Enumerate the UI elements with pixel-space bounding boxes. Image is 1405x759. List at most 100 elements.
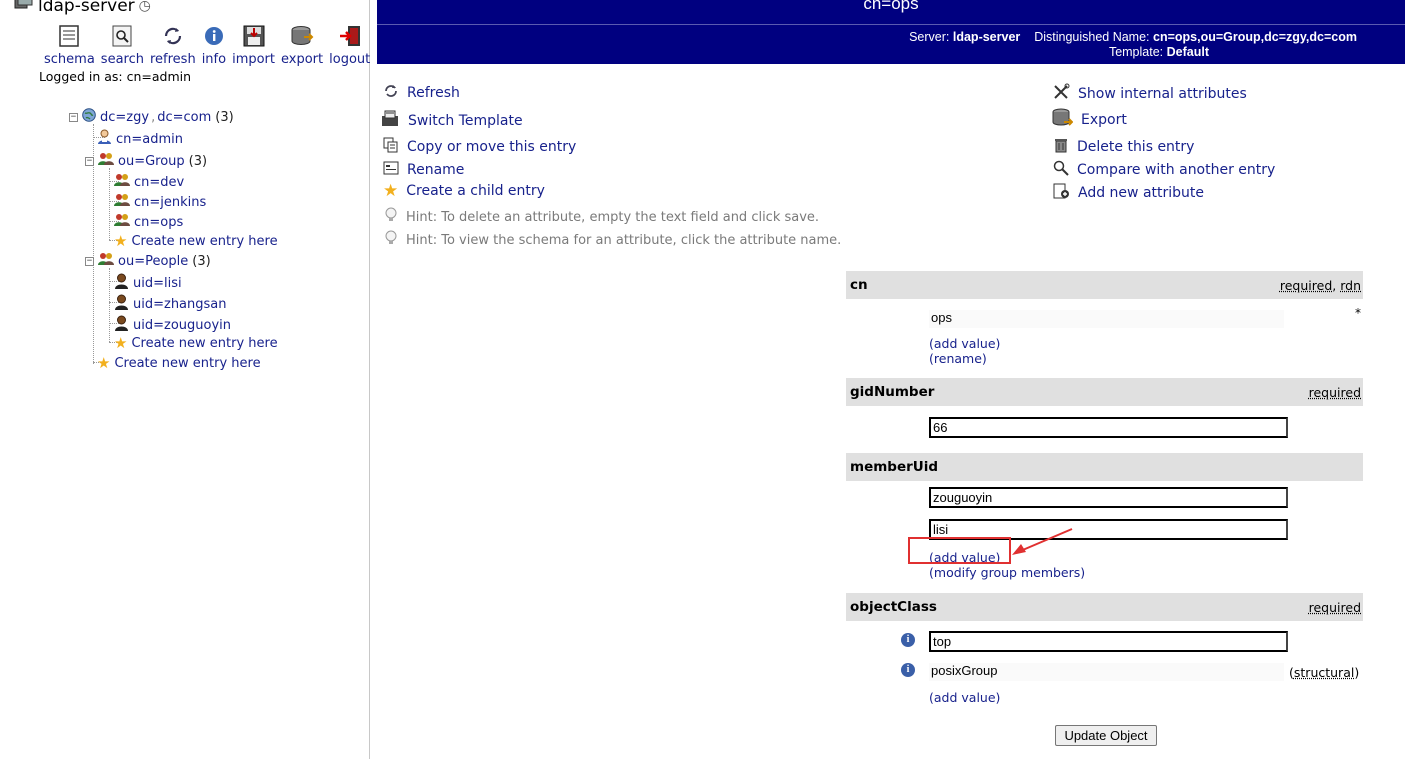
action-switch-template-label[interactable]: Switch Template xyxy=(408,113,523,129)
action-show-internal[interactable]: Show internal attributes xyxy=(1053,83,1247,104)
tree-item-lisi[interactable]: uid=lisi xyxy=(114,273,182,293)
rename-icon xyxy=(383,160,399,180)
toolbar-export-label: export xyxy=(281,52,324,67)
tree-item-ops-label[interactable]: cn=ops xyxy=(134,215,183,230)
hint-delete-text: Hint: To delete an attribute, empty the … xyxy=(406,209,820,225)
collapse-toggle-icon[interactable]: − xyxy=(69,112,78,122)
toolbar-logout[interactable]: logout xyxy=(326,24,373,67)
objectclass-add-value-link[interactable]: (add value) xyxy=(929,690,1000,705)
action-copy-move[interactable]: Copy or move this entry xyxy=(383,137,576,157)
clock-icon[interactable]: ◷ xyxy=(139,0,151,14)
action-refresh[interactable]: Refresh xyxy=(383,83,460,103)
group-icon xyxy=(114,213,130,231)
tree-create-new-label[interactable]: Create new entry here xyxy=(114,356,260,371)
tree-root-label[interactable]: dc=zgy, dc=com xyxy=(100,110,211,125)
action-create-child-label[interactable]: Create a child entry xyxy=(406,183,545,199)
search-icon xyxy=(112,24,132,48)
action-rename-label[interactable]: Rename xyxy=(407,162,464,178)
tree-create-new-label[interactable]: Create new entry here xyxy=(131,234,277,249)
toolbar-search-label: search xyxy=(100,52,144,67)
action-refresh-label[interactable]: Refresh xyxy=(407,85,460,101)
tree-create-new-group[interactable]: ★ Create new entry here xyxy=(114,232,278,250)
update-object-button[interactable]: Update Object xyxy=(1055,725,1157,746)
action-add-attribute-label[interactable]: Add new attribute xyxy=(1078,185,1204,201)
attribute-name-gidnumber[interactable]: gidNumber xyxy=(850,384,934,400)
add-attribute-icon xyxy=(1053,183,1070,203)
hint-schema-text: Hint: To view the schema for an attribut… xyxy=(406,232,842,248)
action-switch-template[interactable]: Switch Template xyxy=(380,110,523,132)
gidnumber-input[interactable] xyxy=(929,417,1288,438)
export-icon xyxy=(290,24,314,48)
compare-icon xyxy=(1053,160,1069,180)
attribute-name-memberuid[interactable]: memberUid xyxy=(850,459,938,475)
tree-item-dev-label[interactable]: cn=dev xyxy=(134,175,184,190)
template-label: Template: xyxy=(1108,45,1164,59)
lightbulb-icon xyxy=(384,207,398,227)
tree-item-zhangsan-label[interactable]: uid=zhangsan xyxy=(133,297,227,312)
cn-rename-link[interactable]: (rename) xyxy=(929,351,987,366)
objectclass-input-1[interactable] xyxy=(929,631,1288,652)
action-create-child[interactable]: ★ Create a child entry xyxy=(383,183,545,200)
attribute-name-objectclass[interactable]: objectClass xyxy=(850,599,937,615)
server-name[interactable]: ldap-server xyxy=(38,0,135,16)
action-delete-label[interactable]: Delete this entry xyxy=(1077,139,1194,155)
tree-create-new-people[interactable]: ★ Create new entry here xyxy=(114,334,278,352)
tree-item-jenkins[interactable]: cn=jenkins xyxy=(114,193,206,211)
toolbar-info-label: info xyxy=(201,52,227,67)
tree-item-zhangsan[interactable]: uid=zhangsan xyxy=(114,294,227,314)
refresh-icon xyxy=(162,24,184,48)
tree-create-new-root[interactable]: ★ Create new entry here xyxy=(97,354,261,372)
tree-item-people-label[interactable]: ou=People xyxy=(118,254,188,269)
modify-group-members-link[interactable]: (modify group members) xyxy=(929,565,1085,580)
action-compare[interactable]: Compare with another entry xyxy=(1053,160,1275,180)
memberuid-input-1[interactable] xyxy=(929,487,1288,508)
tree-item-group-label[interactable]: ou=Group xyxy=(118,154,185,169)
annotation-arrow-icon xyxy=(1012,528,1073,555)
action-copy-move-label[interactable]: Copy or move this entry xyxy=(407,139,576,155)
tree-create-new-label[interactable]: Create new entry here xyxy=(131,336,277,351)
action-delete[interactable]: Delete this entry xyxy=(1053,137,1194,157)
star-icon: ★ xyxy=(114,232,128,250)
cn-add-value-link[interactable]: (add value) xyxy=(929,336,1000,351)
action-export[interactable]: Export xyxy=(1051,107,1127,133)
cn-value: ops xyxy=(929,310,1284,328)
tree-item-jenkins-label[interactable]: cn=jenkins xyxy=(134,195,206,210)
logout-icon xyxy=(339,24,361,48)
objectclass-info-icon[interactable]: i xyxy=(901,663,915,677)
collapse-toggle-icon[interactable]: − xyxy=(85,156,94,166)
tree-item-ops[interactable]: cn=ops xyxy=(114,213,183,231)
tree-item-admin-label[interactable]: cn=admin xyxy=(116,132,183,147)
star-icon: ★ xyxy=(114,334,128,352)
person-icon xyxy=(114,294,129,314)
toolbar-search[interactable]: search xyxy=(98,24,147,67)
server-icon xyxy=(14,0,34,17)
action-rename[interactable]: Rename xyxy=(383,160,464,180)
objectclass-info-icon[interactable]: i xyxy=(901,633,915,647)
left-pane: ldap-server ◷ schema search refresh info… xyxy=(10,0,370,759)
person-icon xyxy=(114,315,129,335)
tree-item-admin[interactable]: cn=admin xyxy=(97,129,183,149)
attribute-name-cn[interactable]: cn xyxy=(850,277,868,293)
toolbar: schema search refresh info import export… xyxy=(41,24,373,67)
toolbar-info[interactable]: info xyxy=(199,24,229,67)
annotation-highlight-box xyxy=(908,537,1011,564)
tree-connector xyxy=(109,168,110,240)
rdn-marker: * xyxy=(1355,306,1361,320)
toolbar-import[interactable]: import xyxy=(229,24,278,67)
toolbar-schema[interactable]: schema xyxy=(41,24,98,67)
tree-item-lisi-label[interactable]: uid=lisi xyxy=(133,276,182,291)
tree-item-dev[interactable]: cn=dev xyxy=(114,173,184,191)
action-show-internal-label[interactable]: Show internal attributes xyxy=(1078,86,1247,102)
tree-item-zouguoyin-label[interactable]: uid=zouguoyin xyxy=(133,318,231,333)
action-compare-label[interactable]: Compare with another entry xyxy=(1077,162,1275,178)
attribute-header-gidnumber: gidNumber required xyxy=(846,378,1363,406)
tree-root-count: (3) xyxy=(215,109,234,125)
toolbar-export[interactable]: export xyxy=(278,24,326,67)
collapse-toggle-icon[interactable]: − xyxy=(85,256,94,266)
action-export-label[interactable]: Export xyxy=(1081,112,1127,128)
tree-item-zouguoyin[interactable]: uid=zouguoyin xyxy=(114,315,231,335)
action-add-attribute[interactable]: Add new attribute xyxy=(1053,183,1204,203)
toolbar-refresh[interactable]: refresh xyxy=(147,24,199,67)
attribute-flags-cn: required, rdn xyxy=(1279,277,1361,293)
hint-delete: Hint: To delete an attribute, empty the … xyxy=(384,207,819,227)
